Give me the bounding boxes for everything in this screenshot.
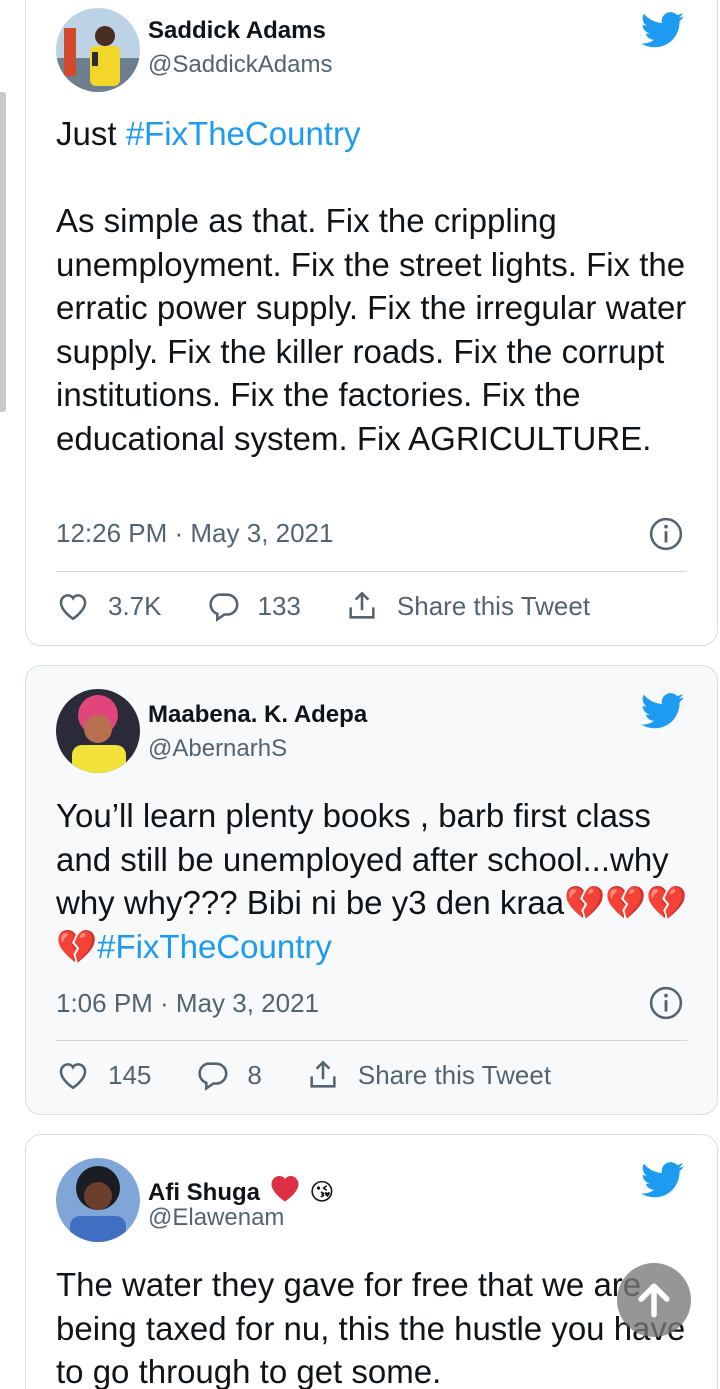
reply-count: 133: [257, 590, 301, 621]
avatar[interactable]: [56, 8, 140, 92]
page-edge-scroll-indicator: [0, 92, 6, 412]
twitter-bird-icon[interactable]: [641, 1162, 685, 1198]
like-count: 145: [108, 1059, 152, 1090]
author-name-text: Afi Shuga: [148, 1179, 260, 1206]
tweet-card[interactable]: Afi Shuga 😘 @Elawenam The water they gav…: [25, 1134, 718, 1389]
like-button[interactable]: 3.7K: [56, 589, 162, 623]
share-button[interactable]: Share this Tweet: [345, 589, 590, 623]
share-icon: [349, 591, 375, 619]
tweet-timestamp[interactable]: 12:26 PM · May 3, 2021: [56, 518, 333, 549]
tweet-text: The water they gave for free that we are…: [56, 1266, 686, 1389]
reply-button[interactable]: 133: [206, 589, 301, 623]
author-name[interactable]: Afi Shuga 😘: [148, 1170, 334, 1207]
share-label: Share this Tweet: [396, 590, 591, 621]
reply-button[interactable]: 8: [195, 1058, 262, 1092]
share-button[interactable]: Share this Tweet: [306, 1058, 551, 1092]
author-handle[interactable]: @SaddickAdams: [148, 51, 332, 79]
like-button[interactable]: 145: [56, 1058, 151, 1092]
twitter-bird-icon[interactable]: [641, 693, 685, 729]
share-label: Share this Tweet: [357, 1059, 552, 1090]
tweet-text-prefix: Just: [56, 115, 126, 152]
hashtag-link[interactable]: #FixTheCountry: [126, 115, 361, 152]
tweet-card[interactable]: Saddick Adams @SaddickAdams Just #FixThe…: [25, 0, 718, 646]
tweet-card[interactable]: Maabena. K. Adepa @AbernarhS You’ll lear…: [25, 665, 718, 1115]
avatar[interactable]: [56, 1158, 140, 1242]
arrow-up-icon: [638, 1283, 670, 1318]
tweet-actions: 3.7K 133 Share this Tweet: [56, 589, 634, 623]
tweet-body: As simple as that. Fix the crippling une…: [56, 202, 687, 457]
hashtag-link[interactable]: #FixTheCountry: [97, 928, 332, 965]
author-handle[interactable]: @AbernarhS: [148, 735, 287, 763]
kiss-emoji: 😘: [309, 1179, 335, 1206]
share-icon: [310, 1060, 336, 1088]
author-name[interactable]: Maabena. K. Adepa: [148, 701, 367, 729]
divider: [56, 571, 687, 572]
author-name[interactable]: Saddick Adams: [148, 17, 326, 45]
reply-icon: [198, 1062, 228, 1091]
tweet-text: You’ll learn plenty books , barb first c…: [56, 794, 706, 968]
info-icon[interactable]: [649, 986, 683, 1020]
like-count: 3.7K: [108, 590, 162, 621]
tweet-actions: 145 8 Share this Tweet: [56, 1058, 595, 1092]
divider: [56, 1040, 687, 1041]
info-icon[interactable]: [649, 517, 683, 551]
reply-count: 8: [247, 1059, 262, 1090]
author-handle[interactable]: @Elawenam: [148, 1204, 284, 1232]
twitter-bird-icon[interactable]: [641, 12, 685, 48]
avatar[interactable]: [56, 689, 140, 773]
scroll-to-top-button[interactable]: [617, 1263, 691, 1337]
heart-icon: [59, 594, 87, 621]
red-heart-icon: [271, 1176, 299, 1202]
tweet-text: Just #FixTheCountry: [56, 112, 706, 156]
tweet-timestamp[interactable]: 1:06 PM · May 3, 2021: [56, 988, 319, 1019]
heart-icon: [59, 1063, 87, 1090]
reply-icon: [208, 593, 238, 622]
